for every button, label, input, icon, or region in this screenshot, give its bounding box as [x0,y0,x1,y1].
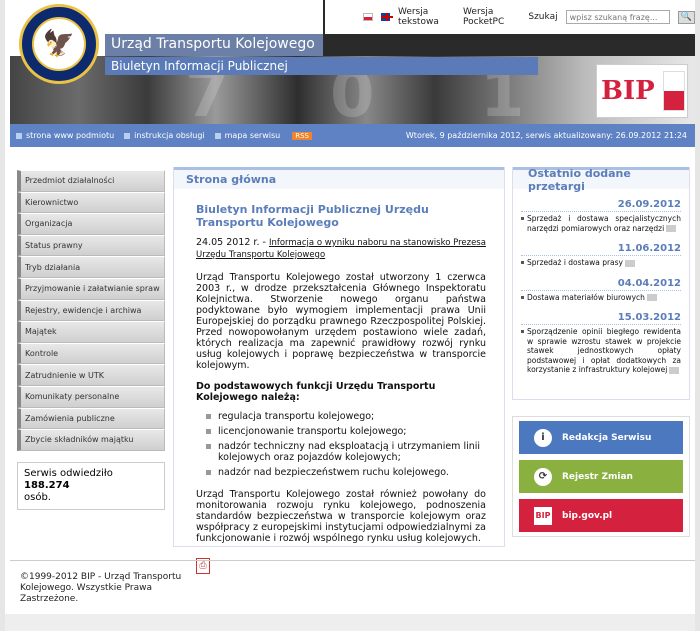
top-links: Wersja tekstowa Wersja PocketPC Szukaj 🔍 [325,0,695,34]
main-heading: Strona główna [174,167,504,189]
menu-item[interactable]: Przedmiot działalności [17,170,165,192]
more-icon[interactable] [646,294,657,301]
article-title: Biuletyn Informacji Publicznej Urzędu Tr… [196,203,429,229]
news-date: 04.04.2012 [521,278,681,291]
news-item: 04.04.2012 Dostawa materiałów biurowych [513,278,689,303]
menu-item[interactable]: Status prawny [17,234,165,257]
footer: ©1999-2012 BIP - Urząd Transportu Kolejo… [10,560,695,614]
news-date: 11.06.2012 [521,243,681,256]
copyright: ©1999-2012 BIP - Urząd Transportu Kolejo… [20,572,182,604]
menu-item[interactable]: Kontrole [17,342,165,365]
square-icon [16,132,22,139]
person-icon: i [534,428,552,447]
search-input[interactable] [565,10,670,24]
article-news-line: 24.05 2012 r. - Informacja o wyniku nabo… [196,237,486,260]
date-line: Wtorek, 9 października 2012, serwis aktu… [405,131,687,140]
text-version-link[interactable]: Wersja tekstowa [398,7,455,27]
pocketpc-link[interactable]: Wersja PocketPC [463,7,520,27]
changelog-button[interactable]: ⟳ Rejestr Zmian [519,460,683,493]
news-link[interactable]: Sprzedaż i dostawa prasy [521,258,681,268]
article: Biuletyn Informacji Publicznej Urzędu Tr… [174,189,504,574]
nav-link-www[interactable]: strona www podmiotu [16,131,114,140]
main-content: Strona główna Biuletyn Informacji Public… [173,167,505,574]
bottom-strip [5,614,695,631]
news-item: 15.03.2012 Sporządzenie opinii biegłego … [513,312,689,375]
bip-icon: BIP [534,506,552,525]
menu-item[interactable]: Organizacja [17,213,165,235]
nav-link-instructions[interactable]: instrukcja obsługi [124,131,205,140]
news-date: 26.09.2012 [521,199,681,212]
editorial-button[interactable]: i Redakcja Serwisu [519,421,683,454]
menu-item[interactable]: Tryb działania [17,256,165,278]
news-link[interactable]: Dostawa materiałów biurowych [521,293,681,303]
clock-icon: ⟳ [534,467,552,486]
menu-item[interactable]: Komunikaty personalne [17,385,165,408]
news-item: 26.09.2012 Sprzedaż i dostawa specjalist… [513,199,689,233]
menu-item[interactable]: Zamówienia publiczne [17,407,165,430]
second-paragraph: Urząd Transportu Kolejowego został równi… [196,489,486,544]
square-icon [124,132,131,139]
page: 7 0 1 BIP 🦅 Urząd Transportu Kolejowego … [5,0,695,631]
menu-item[interactable]: Majątek [17,321,165,343]
menu-item[interactable]: Kierownictwo [17,191,165,214]
search-button[interactable]: 🔍 [677,10,695,24]
menu-item[interactable]: Zatrudnienie w UTK [17,364,165,386]
news-date: 15.03.2012 [521,312,681,325]
latest-tenders: Ostatnio dodane przetargi 26.09.2012 Spr… [512,167,690,400]
news-link[interactable]: Sprzedaż i dostawa specjalistycznych nar… [521,214,681,233]
menu-item[interactable]: Przyjmowanie i załatwianie spraw [17,277,165,300]
eagle-icon: 🦅 [32,17,86,71]
english-flag-icon[interactable] [380,13,394,21]
list-item: nadzór nad bezpieczeństwem ruchu kolejow… [206,467,486,478]
bip-gov-button[interactable]: BIP bip.gov.pl [519,499,683,532]
more-icon[interactable] [669,366,680,374]
bip-header-logo[interactable]: BIP [596,64,688,118]
promo-links: i Redakcja Serwisu ⟳ Rejestr Zmian BIP b… [512,416,690,537]
square-icon [214,132,221,139]
list-item: regulacja transportu kolejowego; [206,411,486,422]
menu-item[interactable]: Zbycie składników majątku [17,429,165,451]
navbar: strona www podmiotu instrukcja obsługi m… [10,124,695,147]
site-subtitle: Biuletyn Informacji Publicznej [111,59,288,73]
intro-paragraph: Urząd Transportu Kolejowego został utwor… [196,272,486,371]
search-label: Szukaj [528,12,558,22]
list-item: licencjonowanie transportu kolejowego; [206,426,486,437]
functions-heading: Do podstawowych funkcji Urzędu Transport… [196,381,436,403]
more-icon[interactable] [666,225,677,232]
visit-count: 188.274 [24,479,70,491]
menu-item[interactable]: Rejestry, ewidencje i archiwa [17,299,165,322]
news-item: 11.06.2012 Sprzedaż i dostawa prasy [513,243,689,268]
left-menu: Przedmiot działalności Kierownictwo Orga… [17,170,165,510]
rss-button[interactable]: RSS [292,131,312,140]
news-link[interactable]: Sporządzenie opinii biegłego rewidenta w… [521,327,681,375]
nav-link-sitemap[interactable]: mapa serwisu [214,131,280,140]
site-title: Urząd Transportu Kolejowego [111,36,315,52]
list-item: nadzór techniczny nad eksploatacją i utr… [206,441,486,463]
visit-counter: Serwis odwiedziło 188.274 osób. [17,461,165,510]
utk-emblem-icon[interactable]: 🦅 [19,4,99,84]
right-column: Ostatnio dodane przetargi 26.09.2012 Spr… [512,167,690,537]
functions-list: regulacja transportu kolejowego; licencj… [206,411,486,478]
polish-flag-icon[interactable] [363,13,373,21]
search-icon: 🔍 [680,12,692,22]
latest-heading: Ostatnio dodane przetargi [513,167,689,193]
more-icon[interactable] [625,259,635,267]
